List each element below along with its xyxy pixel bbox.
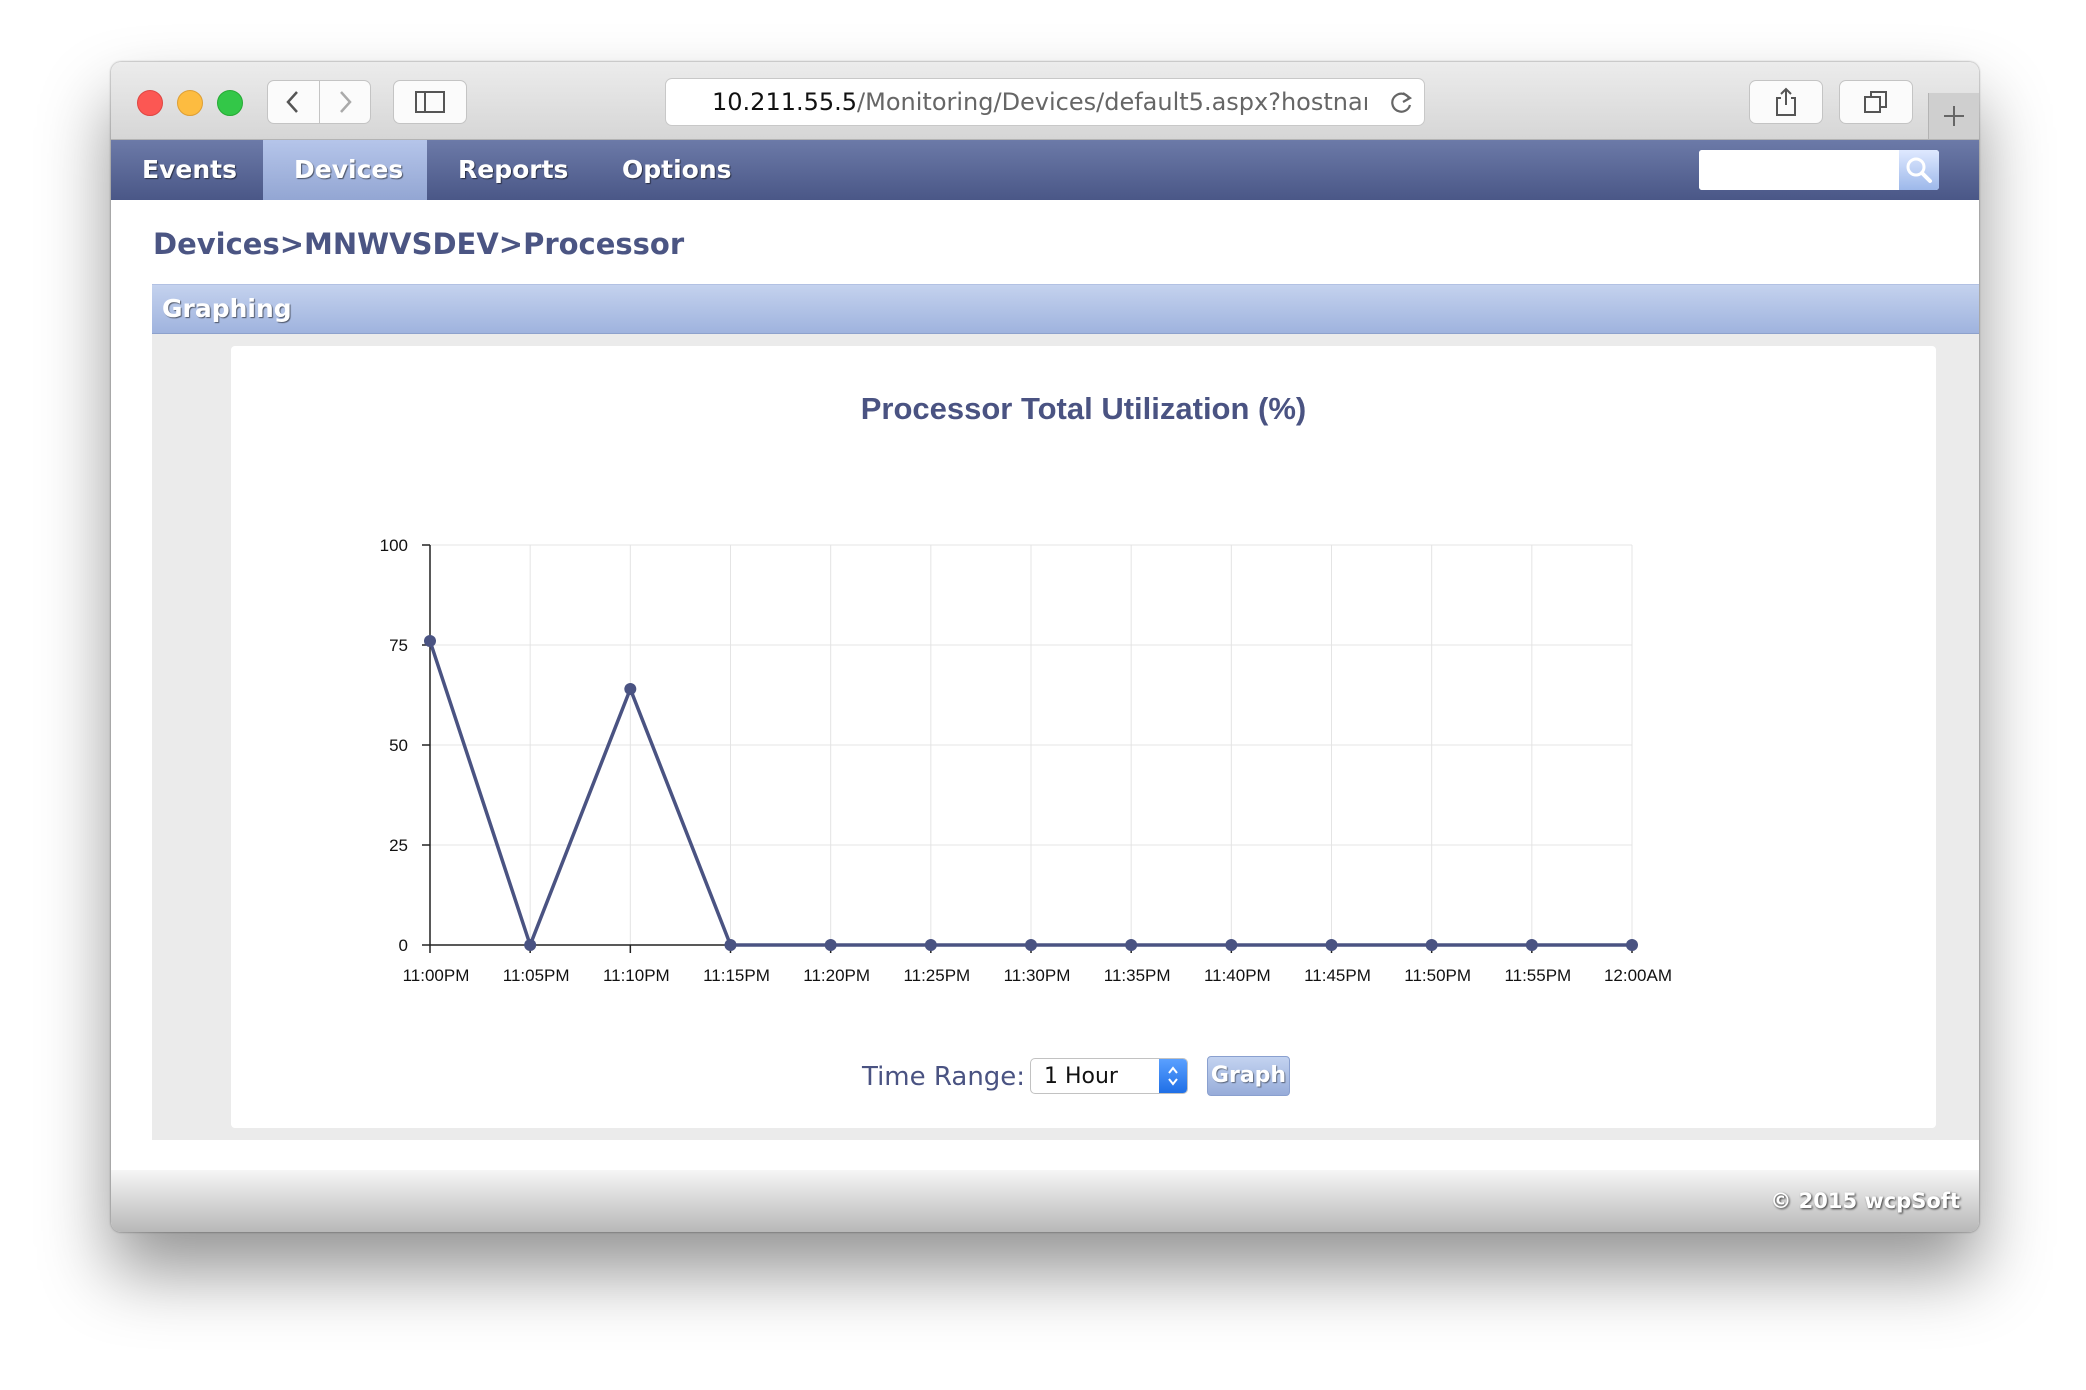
y-tick-label: 75 xyxy=(389,636,408,655)
time-range-label: Time Range: xyxy=(862,1062,1026,1092)
data-point xyxy=(424,635,436,647)
y-tick-label: 0 xyxy=(399,936,408,955)
nav-item-reports[interactable]: Reports xyxy=(427,140,591,200)
breadcrumb: Devices>MNWVSDEV>Processor xyxy=(153,227,685,261)
reload-button[interactable] xyxy=(1388,89,1414,122)
panel-header: Graphing xyxy=(152,284,1979,334)
data-point xyxy=(924,939,937,951)
time-range-value: 1 Hour xyxy=(1044,1064,1118,1089)
data-point xyxy=(1125,939,1138,951)
y-tick-label: 100 xyxy=(380,536,408,555)
chart-card: Processor Total Utilization (%) 0 25 50 75 1… xyxy=(231,346,1936,1128)
reload-icon xyxy=(1391,92,1413,113)
forward-button[interactable] xyxy=(318,81,371,123)
close-window-button[interactable] xyxy=(137,90,163,116)
tabs-button[interactable] xyxy=(1839,80,1913,124)
address-path: /Monitoring/Devices/default5.aspx?hostna… xyxy=(857,88,1367,116)
line-chart: 0 25 50 75 100 11:00PM 11:05PM 11:10PM 11:15PM 11… xyxy=(380,536,1672,985)
x-tick-label: 11:10PM xyxy=(603,966,670,985)
x-tick-label: 11:15PM xyxy=(703,966,770,985)
x-tick-label: 12:00AM xyxy=(1604,966,1672,985)
back-button[interactable] xyxy=(268,81,319,123)
address-bar[interactable]: 10.211.55.5/Monitoring/Devices/default5.… xyxy=(665,78,1425,126)
x-tick-label: 11:20PM xyxy=(803,966,870,985)
data-point xyxy=(524,939,537,951)
new-tab-button[interactable] xyxy=(1928,93,1979,139)
data-point xyxy=(1425,939,1438,951)
zoom-window-button[interactable] xyxy=(217,90,243,116)
nav-item-events[interactable]: Events xyxy=(111,140,263,200)
x-tick-label: 11:45PM xyxy=(1304,966,1371,985)
sidebar-icon xyxy=(415,91,445,113)
x-tick-label: 11:05PM xyxy=(503,966,570,985)
back-icon xyxy=(286,91,299,113)
nav-item-options[interactable]: Options xyxy=(591,140,755,200)
data-point xyxy=(1525,939,1538,951)
x-tick-label: 11:50PM xyxy=(1404,966,1471,985)
data-point xyxy=(724,939,737,951)
panel-body: Processor Total Utilization (%) 0 25 50 75 1… xyxy=(152,334,1979,1140)
title-bar: 10.211.55.5/Monitoring/Devices/default5.… xyxy=(111,62,1979,140)
browser-window: 10.211.55.5/Monitoring/Devices/default5.… xyxy=(111,62,1979,1232)
plus-icon xyxy=(1944,106,1964,126)
time-range-select[interactable]: 1 Hour xyxy=(1030,1058,1188,1094)
history-nav xyxy=(267,80,371,124)
search-box xyxy=(1699,150,1939,190)
minimize-window-button[interactable] xyxy=(177,90,203,116)
controls-row: Time Range: 1 Hour Graph xyxy=(231,1056,1936,1098)
sidebar-button[interactable] xyxy=(393,80,467,124)
copyright-text: © 2015 wcpSoft xyxy=(1770,1189,1960,1213)
data-point xyxy=(624,683,637,695)
y-tick-label: 25 xyxy=(389,836,408,855)
address-text: 10.211.55.5/Monitoring/Devices/default5.… xyxy=(712,88,1367,116)
share-button[interactable] xyxy=(1749,80,1823,124)
panel-title: Graphing xyxy=(162,294,292,323)
x-tick-label: 11:25PM xyxy=(903,966,970,985)
data-point xyxy=(1626,939,1638,951)
address-host: 10.211.55.5 xyxy=(712,88,858,116)
x-tick-label: 11:35PM xyxy=(1104,966,1171,985)
search-input[interactable] xyxy=(1699,150,1899,190)
y-tick-label: 50 xyxy=(389,736,408,755)
share-icon xyxy=(1776,87,1796,116)
main-nav: Events Devices Reports Options xyxy=(111,140,1979,200)
search-icon xyxy=(1906,157,1932,183)
x-tick-label: 11:55PM xyxy=(1504,966,1571,985)
select-arrows-icon xyxy=(1159,1059,1187,1093)
nav-item-devices[interactable]: Devices xyxy=(263,140,427,200)
footer: © 2015 wcpSoft xyxy=(111,1170,1979,1232)
tabs-icon xyxy=(1864,91,1887,113)
graph-button[interactable]: Graph xyxy=(1207,1056,1290,1096)
x-tick-label: 11:30PM xyxy=(1004,966,1071,985)
forward-icon xyxy=(339,91,352,113)
x-tick-label: 11:00PM xyxy=(403,966,470,985)
x-tick-label: 11:40PM xyxy=(1204,966,1271,985)
data-point xyxy=(1025,939,1037,951)
data-point xyxy=(1225,939,1238,951)
data-point xyxy=(824,939,837,951)
data-point xyxy=(1325,939,1338,951)
search-button[interactable] xyxy=(1899,150,1939,190)
